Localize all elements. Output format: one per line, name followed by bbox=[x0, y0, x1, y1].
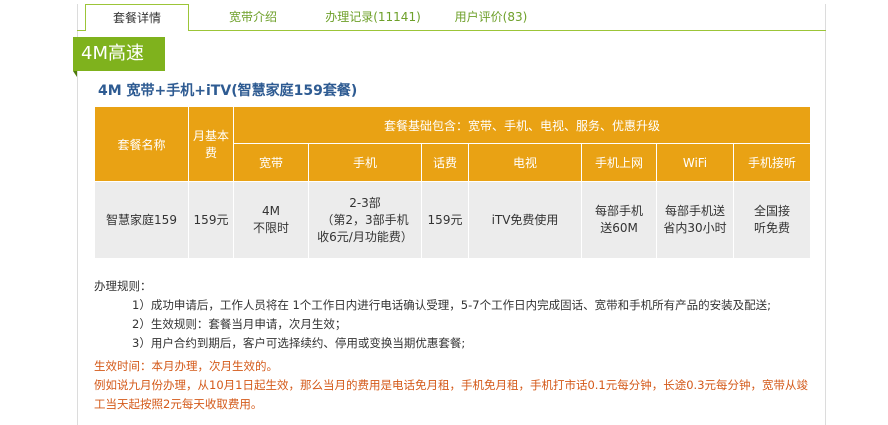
header-broadband: 宽带 bbox=[233, 143, 309, 182]
tab-package-details[interactable]: 套餐详情 bbox=[85, 4, 189, 31]
rule-item: 2）生效规则：套餐当月申请，次月生效； bbox=[132, 317, 347, 331]
plan-table: 套餐名称 月基本费 套餐基础包含：宽带、手机、电视、服务、优惠升级 宽带 手机 … bbox=[94, 106, 812, 259]
rules-title: 办理规则： bbox=[94, 279, 152, 293]
effective-time-note: 生效时间：本月办理，次月生效的。 例如说九月份办理，从10月1日起生效，那么当月… bbox=[94, 357, 818, 414]
plan-title: 4M 宽带+手机+iTV(智慧家庭159套餐) bbox=[98, 83, 358, 99]
cell-calls: 159元 bbox=[421, 181, 469, 259]
cell-package-name: 智慧家庭159 bbox=[94, 181, 189, 259]
tab-user-reviews[interactable]: 用户评价(83) bbox=[429, 4, 553, 30]
cell-answer: 全国接 听免费 bbox=[732, 181, 812, 259]
note-line-2: 例如说九月份办理，从10月1日起生效，那么当月的费用是电话免月租，手机免月租，手… bbox=[94, 378, 809, 411]
header-wifi: WiFi bbox=[656, 143, 734, 182]
header-package-name: 套餐名称 bbox=[94, 106, 189, 182]
header-mobile-data: 手机上网 bbox=[581, 143, 657, 182]
tab-order-records[interactable]: 办理记录(11141) bbox=[317, 4, 429, 30]
header-monthly-fee: 月基本费 bbox=[188, 106, 234, 182]
cell-broadband: 4M 不限时 bbox=[233, 181, 309, 259]
rule-item: 3）用户合约到期后，客户可选择续约、停用或变换当期优惠套餐; bbox=[132, 336, 466, 350]
header-phone: 手机 bbox=[308, 143, 422, 182]
header-answer: 手机接听 bbox=[732, 143, 812, 182]
cell-monthly-fee: 159元 bbox=[188, 181, 234, 259]
speed-badge: 4M高速 bbox=[73, 37, 165, 77]
rules-section: 办理规则： 1）成功申请后，工作人员将在 1个工作日内进行电话确认受理，5-7个… bbox=[94, 277, 771, 353]
table-row: 智慧家庭159 159元 4M 不限时 2-3部 （第2，3部手机 收6元/月功… bbox=[94, 181, 812, 259]
rule-item: 1）成功申请后，工作人员将在 1个工作日内进行电话确认受理，5-7个工作日内完成… bbox=[132, 298, 771, 312]
cell-wifi: 每部手机送 省内30小时 bbox=[656, 181, 734, 259]
tab-bar: 套餐详情 宽带介绍 办理记录(11141) 用户评价(83) bbox=[77, 4, 826, 31]
header-calls: 话费 bbox=[421, 143, 469, 182]
cell-tv: iTV免费使用 bbox=[468, 181, 582, 259]
cell-phone: 2-3部 （第2，3部手机 收6元/月功能费） bbox=[308, 181, 422, 259]
cell-mobile-data: 每部手机 送60M bbox=[581, 181, 657, 259]
tab-broadband-intro[interactable]: 宽带介绍 bbox=[189, 4, 317, 30]
header-tv: 电视 bbox=[468, 143, 582, 182]
note-line-1: 生效时间：本月办理，次月生效的。 bbox=[94, 359, 278, 373]
header-package-includes: 套餐基础包含：宽带、手机、电视、服务、优惠升级 bbox=[232, 106, 812, 144]
